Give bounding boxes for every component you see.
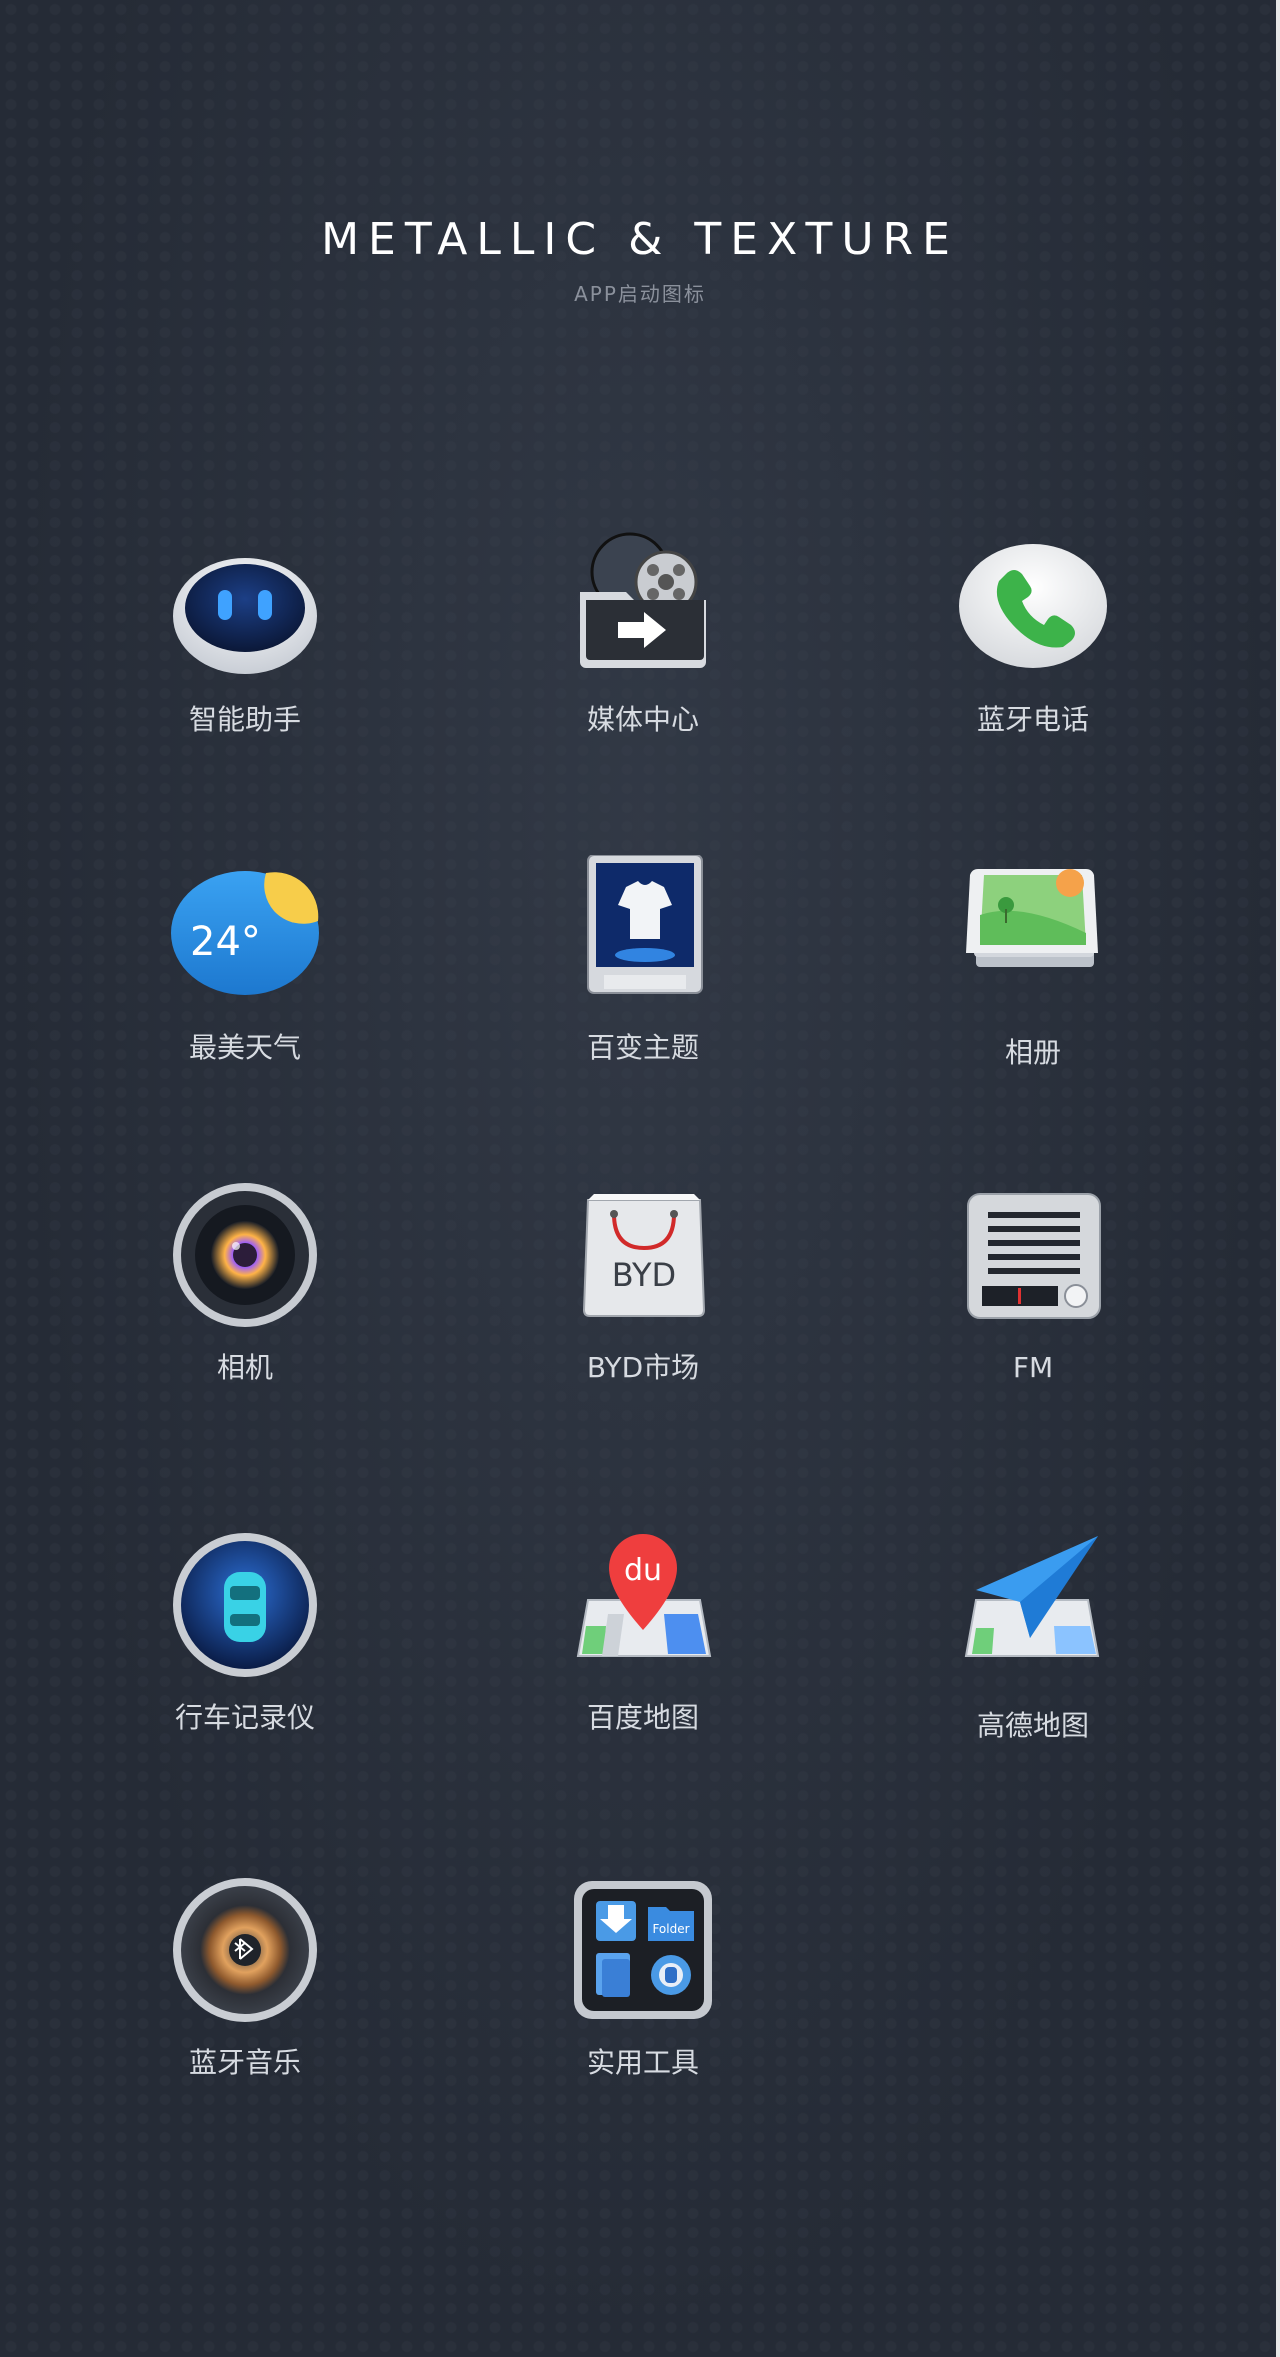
app-tools[interactable]: Folder 实用工具 xyxy=(443,1875,843,2095)
app-photo-album[interactable]: 相册 xyxy=(833,855,1233,1075)
app-fm[interactable]: FM xyxy=(833,1180,1233,1400)
dashcam-car-icon xyxy=(170,1530,320,1680)
app-label: 蓝牙电话 xyxy=(976,703,1089,736)
amap-plane-icon xyxy=(958,1530,1108,1680)
theme-shirt-icon xyxy=(568,855,718,1005)
radio-icon xyxy=(958,1180,1108,1330)
app-dashcam[interactable]: 行车记录仪 xyxy=(45,1530,445,1750)
app-theme[interactable]: 百变主题 xyxy=(443,855,843,1075)
app-label: 实用工具 xyxy=(586,2046,699,2079)
app-label: 高德地图 xyxy=(976,1709,1089,1742)
app-media-center[interactable]: 媒体中心 xyxy=(443,530,843,750)
app-weather[interactable]: 24° 最美天气 xyxy=(45,855,445,1075)
byd-logo-text: BYD xyxy=(612,1256,676,1294)
weather-icon: 24° xyxy=(170,855,320,1005)
app-label: 智能助手 xyxy=(188,703,301,736)
page-title: METALLIC & TEXTURE xyxy=(321,214,959,265)
app-camera[interactable]: 相机 xyxy=(45,1180,445,1400)
page-subtitle: APP启动图标 xyxy=(574,282,706,306)
app-label: 相机 xyxy=(216,1351,273,1384)
app-label: 媒体中心 xyxy=(586,703,699,736)
right-edge-strip xyxy=(1276,0,1280,2357)
app-amap[interactable]: 高德地图 xyxy=(833,1530,1233,1750)
app-bluetooth-phone[interactable]: 蓝牙电话 xyxy=(833,530,1233,750)
weather-temp-text: 24° xyxy=(190,919,261,965)
camera-lens-icon xyxy=(170,1180,320,1330)
baidu-map-pin-icon: du xyxy=(568,1530,718,1680)
robot-icon xyxy=(170,530,320,680)
app-label: 相册 xyxy=(1004,1036,1061,1069)
baidu-du-text: du xyxy=(624,1553,662,1588)
photo-album-icon xyxy=(958,855,1108,1005)
media-folder-icon xyxy=(568,530,718,680)
app-label: 行车记录仪 xyxy=(174,1701,315,1734)
shopping-bag-icon: BYD xyxy=(568,1180,718,1330)
app-byd-market[interactable]: BYD BYD市场 xyxy=(443,1180,843,1400)
app-label: BYD市场 xyxy=(586,1351,700,1384)
phone-icon xyxy=(958,530,1108,680)
app-baidu-map[interactable]: du 百度地图 xyxy=(443,1530,843,1750)
header: METALLIC & TEXTURE APP启动图标 xyxy=(0,210,1280,307)
app-assistant[interactable]: 智能助手 xyxy=(45,530,445,750)
app-bluetooth-music[interactable]: 蓝牙音乐 xyxy=(45,1875,445,2095)
app-label: 蓝牙音乐 xyxy=(188,2046,301,2079)
app-label: 百变主题 xyxy=(586,1031,699,1064)
app-label: 最美天气 xyxy=(188,1031,301,1064)
tools-folder-icon: Folder xyxy=(568,1875,718,2025)
bluetooth-vinyl-icon xyxy=(170,1875,320,2025)
folder-badge-text: Folder xyxy=(652,1922,689,1936)
app-label: FM xyxy=(1012,1351,1054,1384)
app-label: 百度地图 xyxy=(586,1701,699,1734)
